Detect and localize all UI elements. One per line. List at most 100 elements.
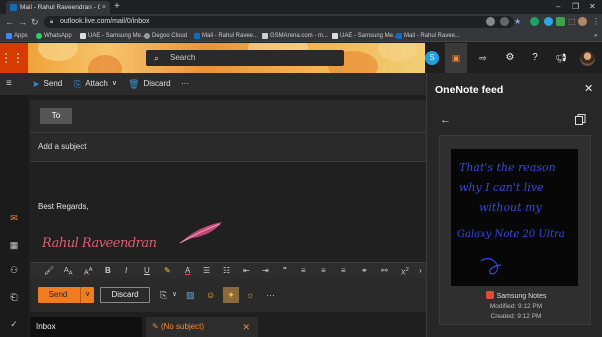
- forward-icon[interactable]: →: [18, 16, 27, 28]
- close-panel-icon[interactable]: ✕: [584, 82, 593, 95]
- address-bar-row: ← → ↻ 🔒︎ outlook.live.com/mail/0/inbox ★…: [0, 14, 602, 30]
- compose-actions: Send ∨ Discard ⎘ ∨ ▨ ☺ ✦ ☼ ···: [30, 284, 426, 308]
- skype-icon[interactable]: S: [425, 51, 439, 65]
- send-button[interactable]: Send ∨: [38, 287, 94, 303]
- window-close-icon[interactable]: ✕: [589, 1, 596, 13]
- extension-icon[interactable]: [544, 17, 553, 26]
- bookmark-degoo[interactable]: Degoo Cloud: [144, 30, 187, 42]
- search-input[interactable]: ⌕ Search: [146, 50, 344, 66]
- source-app-name: Samsung Notes: [496, 293, 547, 300]
- insert-link-icon[interactable]: ⚭: [361, 263, 368, 278]
- unlink-icon[interactable]: ⚯: [381, 263, 388, 278]
- align-left-icon[interactable]: ≡: [301, 263, 306, 278]
- superscript-icon[interactable]: X2: [401, 263, 409, 280]
- bookmarks-bar: Apps WhatsApp UAE - Samsung Me... Degoo …: [0, 30, 602, 42]
- share-icon[interactable]: [500, 17, 509, 26]
- profile-icon[interactable]: [578, 17, 587, 26]
- numbering-icon[interactable]: ☷: [223, 263, 230, 278]
- emoji-icon[interactable]: ☺: [206, 287, 215, 303]
- extensions-puzzle-icon[interactable]: ⬚: [568, 16, 576, 28]
- toolbar-discard-button[interactable]: 🗑︎ Discard: [128, 73, 171, 95]
- todo-check-icon[interactable]: ✓: [0, 319, 28, 330]
- zoom-icon[interactable]: [486, 17, 495, 26]
- hamburger-menu-icon[interactable]: ≡: [6, 73, 12, 95]
- message-body[interactable]: Best Regards, Rahul Raveendran: [30, 162, 426, 270]
- app-launcher-icon[interactable]: ⋮⋮⋮: [0, 43, 36, 73]
- bookmarks-overflow[interactable]: »: [594, 30, 597, 42]
- inbox-tab[interactable]: Inbox: [30, 317, 142, 337]
- modified-time: Modified: 9:12 PM: [489, 303, 543, 310]
- sun-icon[interactable]: ☼: [246, 287, 254, 303]
- bookmark-apps[interactable]: Apps: [6, 30, 28, 42]
- bookmark-gsmarena[interactable]: GSMArena.com - m...: [262, 30, 328, 42]
- discard-button[interactable]: Discard: [100, 287, 150, 303]
- quill-pen-icon: [179, 222, 222, 244]
- created-time: Created: 9:12 PM: [490, 313, 542, 320]
- toolbar-attach-button[interactable]: ⎘ Attach ∨: [74, 73, 117, 95]
- calendar-icon[interactable]: ▦: [0, 240, 28, 251]
- toolbar-more-button[interactable]: ···: [181, 73, 189, 95]
- bullets-icon[interactable]: ☰: [203, 263, 210, 278]
- insert-picture-icon[interactable]: ▨: [186, 287, 195, 303]
- bookmark-mail-2[interactable]: Mail - Rahul Ravee...: [396, 30, 460, 42]
- url-input[interactable]: 🔒︎ outlook.live.com/mail/0/inbox: [44, 16, 514, 28]
- browser-tab[interactable]: Mail - Rahul Raveendran - Outlo ×: [6, 1, 110, 14]
- extension-icon[interactable]: [556, 17, 565, 26]
- attach-icon[interactable]: ⎘: [160, 287, 167, 303]
- help-icon[interactable]: ?: [528, 51, 542, 65]
- files-attachment-icon[interactable]: ⎗: [0, 292, 28, 303]
- decrease-indent-icon[interactable]: ⇤: [243, 263, 250, 278]
- format-painter-icon[interactable]: 🖌︎: [44, 263, 54, 278]
- browser-tab-bar: Mail - Rahul Raveendran - Outlo × + – ❐ …: [0, 0, 602, 14]
- increase-indent-icon[interactable]: ⇥: [262, 263, 269, 278]
- font-icon[interactable]: AA: [64, 263, 73, 281]
- bold-icon[interactable]: B: [105, 263, 111, 278]
- onenote-feed-icon[interactable]: ▣: [445, 43, 467, 73]
- align-center-icon[interactable]: ≡: [321, 263, 326, 278]
- bookmark-star-icon[interactable]: ★: [514, 16, 521, 28]
- back-icon[interactable]: ←: [5, 16, 14, 28]
- send-options-chevron-icon[interactable]: ∨: [80, 287, 94, 303]
- url-text: outlook.live.com/mail/0/inbox: [60, 18, 150, 25]
- mail-icon[interactable]: ✉: [0, 213, 28, 224]
- bookmark-samsung-2[interactable]: UAE - Samsung Me...: [332, 30, 398, 42]
- highlight-icon[interactable]: ✎: [164, 263, 171, 278]
- bookmark-whatsapp[interactable]: WhatsApp: [36, 30, 72, 42]
- signature-text: Rahul Raveendran: [42, 236, 157, 251]
- maximize-icon[interactable]: ❐: [572, 1, 579, 13]
- my-day-icon[interactable]: ⇨: [476, 51, 490, 65]
- new-tab-icon[interactable]: +: [114, 1, 120, 13]
- font-color-icon[interactable]: A: [185, 263, 190, 278]
- send-icon: ➤: [32, 79, 40, 89]
- plugin-icon[interactable]: ✦: [223, 287, 239, 303]
- settings-gear-icon[interactable]: ⚙: [503, 51, 517, 65]
- draft-tab[interactable]: ✎ (No subject) ✕: [146, 317, 258, 337]
- align-right-icon[interactable]: ≡: [341, 263, 346, 278]
- note-card[interactable]: That's the reason why I can't live witho…: [439, 135, 591, 325]
- font-size-icon[interactable]: AA: [84, 263, 93, 280]
- back-arrow-icon[interactable]: ←: [440, 114, 451, 126]
- reload-icon[interactable]: ↻: [31, 16, 39, 28]
- extension-icon[interactable]: [530, 17, 539, 26]
- underline-icon[interactable]: U: [144, 263, 150, 278]
- quote-icon[interactable]: ": [283, 263, 287, 278]
- attach-chevron-icon[interactable]: ∨: [172, 287, 177, 303]
- copy-icon[interactable]: [575, 114, 586, 125]
- menu-kebab-icon[interactable]: ⋮: [592, 16, 600, 28]
- toolbar-send-button[interactable]: ➤ Send: [32, 73, 62, 95]
- account-avatar[interactable]: [580, 51, 595, 66]
- people-icon[interactable]: ⚇: [0, 265, 28, 276]
- browser-tab-title: Mail - Rahul Raveendran - Outlo: [20, 4, 100, 11]
- close-draft-icon[interactable]: ✕: [242, 317, 250, 337]
- to-button[interactable]: To: [40, 108, 72, 124]
- subject-input[interactable]: Add a subject: [38, 142, 86, 151]
- source-app-row: Samsung Notes: [440, 291, 592, 300]
- more-formatting-icon[interactable]: ›: [419, 263, 422, 278]
- more-options-icon[interactable]: ···: [266, 287, 275, 303]
- italic-icon[interactable]: I: [125, 263, 127, 278]
- bookmark-mail[interactable]: Mail - Rahul Ravee...: [194, 30, 258, 42]
- close-tab-icon[interactable]: ×: [102, 4, 106, 11]
- bookmark-samsung[interactable]: UAE - Samsung Me...: [80, 30, 146, 42]
- minimize-icon[interactable]: –: [556, 1, 560, 13]
- feedback-megaphone-icon[interactable]: 📢︎: [554, 51, 568, 65]
